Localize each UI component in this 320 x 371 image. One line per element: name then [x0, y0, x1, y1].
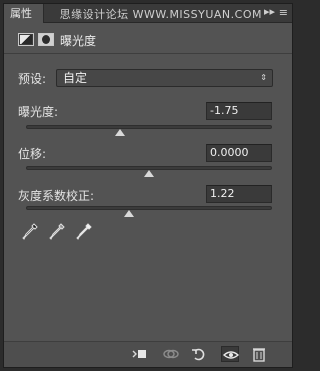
- gamma-slider-track[interactable]: [26, 206, 272, 217]
- offset-label: 位移:: [18, 147, 47, 161]
- offset-slider-track[interactable]: [26, 166, 272, 177]
- collapse-panel-icon[interactable]: ▸▸: [264, 5, 275, 18]
- exposure-adjustment-icon[interactable]: [18, 33, 34, 46]
- panel-footer: [4, 341, 292, 367]
- preset-select[interactable]: 自定 ⇕: [56, 69, 273, 87]
- reset-icon[interactable]: [190, 346, 208, 362]
- adjustment-header: 曝光度: [4, 24, 292, 54]
- layer-mask-icon[interactable]: [38, 33, 54, 46]
- white-point-eyedropper-icon[interactable]: [76, 223, 92, 241]
- view-previous-state-icon[interactable]: [162, 346, 180, 362]
- gamma-slider-thumb[interactable]: [124, 210, 135, 217]
- black-point-eyedropper-icon[interactable]: [22, 223, 38, 241]
- exposure-slider-thumb[interactable]: [114, 129, 125, 136]
- exposure-input[interactable]: -1.75: [206, 102, 272, 120]
- gray-point-eyedropper-icon[interactable]: [49, 223, 65, 241]
- properties-panel: 属性 思缘设计论坛 WWW.MISSYUAN.COM ▸▸ ≡ 曝光度 预设: …: [3, 3, 293, 368]
- gamma-label: 灰度系数校正:: [18, 189, 95, 203]
- panel-tab-bar: 属性 思缘设计论坛 WWW.MISSYUAN.COM ▸▸ ≡: [4, 4, 292, 23]
- panel-menu-icon[interactable]: ≡: [279, 6, 288, 19]
- preset-label: 预设:: [18, 72, 47, 86]
- visibility-eye-icon[interactable]: [221, 346, 240, 362]
- tab-properties[interactable]: 属性: [4, 4, 44, 23]
- adjustment-title: 曝光度: [60, 34, 97, 48]
- offset-slider-thumb[interactable]: [144, 170, 154, 177]
- watermark-text: 思缘设计论坛 WWW.MISSYUAN.COM: [59, 8, 262, 21]
- delete-trash-icon[interactable]: [250, 346, 268, 362]
- exposure-label: 曝光度:: [18, 105, 59, 119]
- exposure-slider-track[interactable]: [26, 125, 272, 136]
- preset-select-value: 自定: [63, 71, 88, 85]
- offset-input[interactable]: 0.0000: [206, 144, 272, 162]
- gamma-input[interactable]: 1.22: [206, 185, 272, 203]
- clip-to-layer-icon[interactable]: [130, 346, 148, 362]
- chevron-updown-icon: ⇕: [260, 73, 267, 82]
